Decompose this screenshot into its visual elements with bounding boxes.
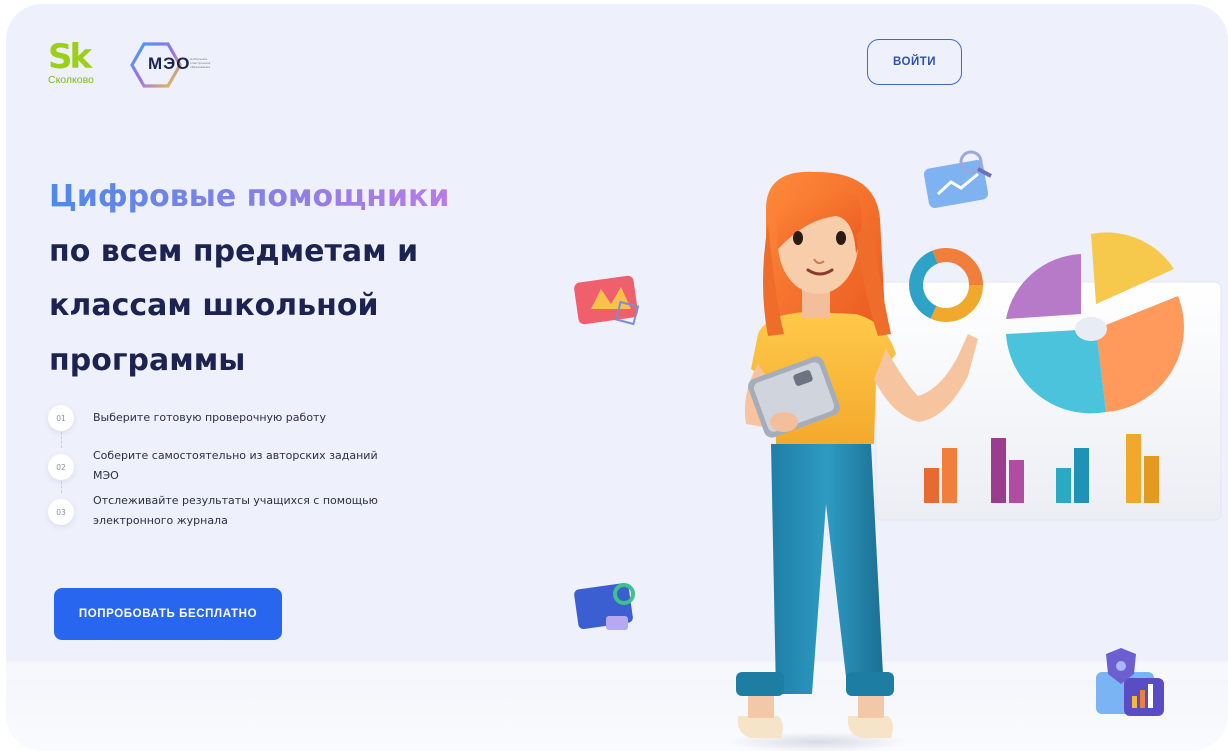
chart-card-icon [574,275,640,326]
folder-card-icon [574,583,635,630]
landing-page: Sk Сколково МЭО мобильное электронное об… [6,4,1228,751]
magnifier-card-icon [923,150,992,208]
hero-illustration [574,150,1222,751]
shield-card-icon [1096,648,1164,716]
